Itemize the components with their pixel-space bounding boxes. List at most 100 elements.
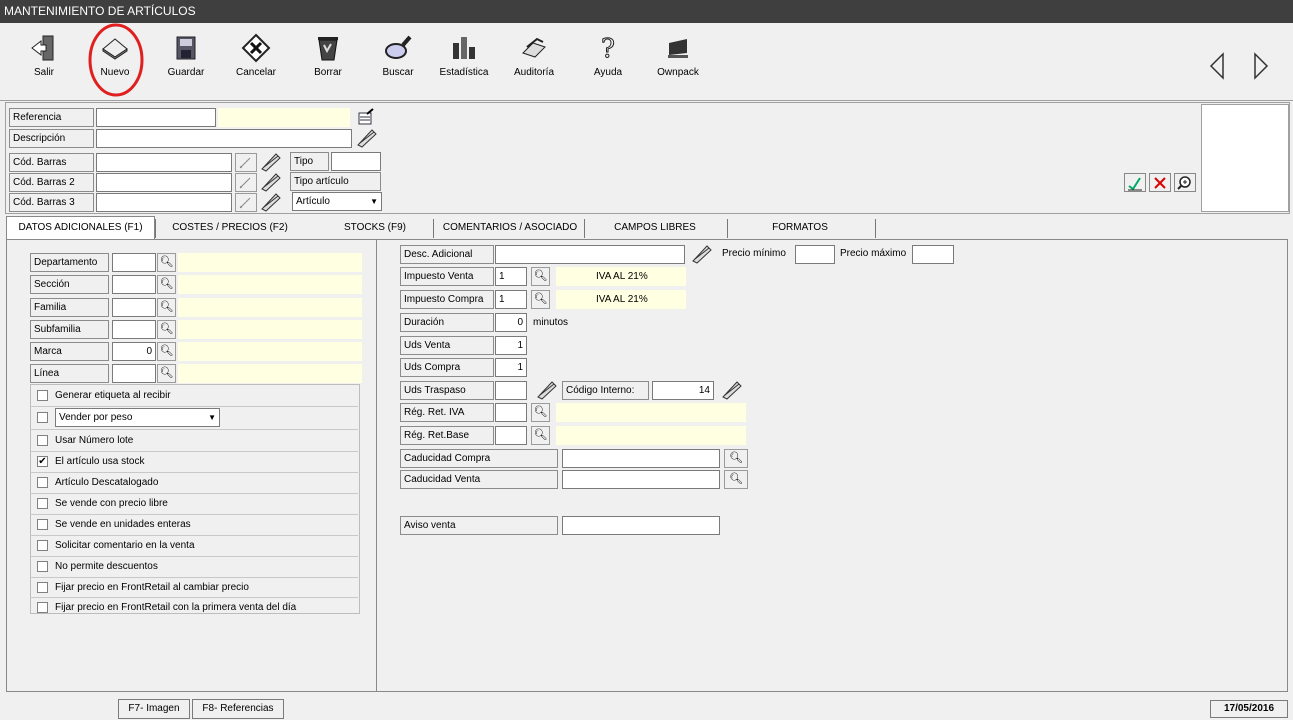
uds-venta-input[interactable]: 1 — [495, 336, 527, 355]
estadistica-button[interactable]: Estadística — [438, 31, 490, 91]
codigo-interno-input[interactable]: 14 — [652, 381, 714, 400]
caducidad-venta-input[interactable] — [562, 470, 720, 489]
cod-barras2-wand-button[interactable] — [235, 173, 257, 192]
cod-barras2-input[interactable] — [96, 173, 232, 192]
reg-ret-base-search-icon[interactable]: 🔍︎ — [531, 426, 550, 445]
checkbox[interactable] — [37, 519, 48, 530]
cod-barras3-wand-button[interactable] — [235, 193, 257, 212]
borrar-button[interactable]: Borrar — [302, 31, 354, 91]
referencia-input[interactable] — [96, 108, 216, 127]
subfamilia-search-icon[interactable]: 🔍︎ — [157, 320, 176, 339]
departamento-search-icon[interactable]: 🔍︎ — [157, 253, 176, 272]
checkbox[interactable] — [37, 412, 48, 423]
aviso-venta-input[interactable] — [562, 516, 720, 535]
tab-datos-adicionales[interactable]: DATOS ADICIONALES (F1) — [8, 217, 153, 238]
departamento-input[interactable] — [112, 253, 156, 272]
impuesto-venta-input[interactable]: 1 — [495, 267, 527, 286]
chk-vender-por-peso[interactable]: Vender por peso ▼ — [30, 408, 358, 427]
checkbox[interactable] — [37, 540, 48, 551]
reg-ret-base-input[interactable] — [495, 426, 527, 445]
uds-compra-input[interactable]: 1 — [495, 358, 527, 377]
guardar-button[interactable]: Guardar — [160, 31, 212, 91]
f8-referencias-button[interactable]: F8- Referencias — [192, 699, 284, 719]
linea-input[interactable] — [112, 364, 156, 383]
cod-barras3-input[interactable] — [96, 193, 232, 212]
chk-fijar-precio-cambiar[interactable]: Fijar precio en FrontRetail al cambiar p… — [30, 578, 358, 597]
ayuda-button[interactable]: ? Ayuda — [582, 31, 634, 91]
uds-traspaso-input[interactable] — [495, 381, 527, 400]
vender-por-peso-select[interactable]: Vender por peso ▼ — [55, 408, 220, 427]
checkbox[interactable] — [37, 582, 48, 593]
previous-arrow-icon[interactable] — [1208, 51, 1226, 81]
marca-input[interactable]: 0 — [112, 342, 156, 361]
checkbox[interactable] — [37, 390, 48, 401]
chk-generar-etiqueta[interactable]: Generar etiqueta al recibir — [30, 386, 358, 405]
checkbox[interactable] — [37, 602, 48, 613]
duracion-input[interactable]: 0 — [495, 313, 527, 332]
tipo-articulo-select[interactable]: Artículo ▼ — [292, 192, 382, 211]
impuesto-venta-search-icon[interactable]: 🔍︎ — [531, 267, 550, 286]
desc-adicional-pencil-icon[interactable] — [690, 244, 714, 264]
tab-costes-precios[interactable]: COSTES / PRECIOS (F2) — [160, 217, 300, 238]
estadistica-label: Estadística — [439, 67, 489, 78]
checkbox[interactable] — [37, 477, 48, 488]
reg-ret-iva-input[interactable] — [495, 403, 527, 422]
precio-minimo-input[interactable] — [795, 245, 835, 264]
checkbox[interactable] — [37, 561, 48, 572]
subfamilia-input[interactable] — [112, 320, 156, 339]
chk-unidades-enteras[interactable]: Se vende en unidades enteras — [30, 515, 358, 534]
desc-adicional-input[interactable] — [495, 245, 685, 264]
auditoria-button[interactable]: Auditoría — [508, 31, 560, 91]
precio-maximo-input[interactable] — [912, 245, 954, 264]
zoom-button[interactable] — [1174, 173, 1196, 192]
chk-descatalogado[interactable]: Artículo Descatalogado — [30, 473, 358, 492]
pencil-icon[interactable] — [355, 128, 379, 148]
next-arrow-icon[interactable] — [1252, 51, 1270, 81]
salir-button[interactable]: Salir — [18, 31, 70, 91]
chk-usa-stock[interactable]: ✔ El artículo usa stock — [30, 452, 358, 471]
cod-barras-pencil-icon[interactable] — [259, 152, 283, 172]
f7-imagen-button[interactable]: F7- Imagen — [118, 699, 190, 719]
cod-barras-wand-button[interactable] — [235, 153, 257, 172]
chk-solicitar-comentario[interactable]: Solicitar comentario en la venta — [30, 536, 358, 555]
reg-ret-iva-search-icon[interactable]: 🔍︎ — [531, 403, 550, 422]
tab-campos-libres[interactable]: CAMPOS LIBRES — [590, 217, 720, 238]
tab-stocks[interactable]: STOCKS (F9) — [320, 217, 430, 238]
caducidad-venta-search-icon[interactable]: 🔍︎ — [724, 470, 748, 489]
chk-usar-numero-lote[interactable]: Usar Número lote — [30, 431, 358, 450]
buscar-label: Buscar — [382, 67, 414, 78]
uds-traspaso-label: Uds Traspaso — [400, 381, 494, 400]
chk-no-descuentos[interactable]: No permite descuentos — [30, 557, 358, 576]
checkbox[interactable] — [37, 435, 48, 446]
descripcion-input[interactable] — [96, 129, 352, 148]
delete-button[interactable] — [1149, 173, 1171, 192]
caducidad-compra-search-icon[interactable]: 🔍︎ — [724, 449, 748, 468]
impuesto-compra-search-icon[interactable]: 🔍︎ — [531, 290, 550, 309]
codigo-interno-pencil-icon[interactable] — [720, 380, 744, 400]
tipo-input[interactable] — [331, 152, 381, 171]
cod-barras-input[interactable] — [96, 153, 232, 172]
tab-formatos[interactable]: FORMATOS — [735, 217, 865, 238]
uds-traspaso-pencil-icon[interactable] — [535, 380, 559, 400]
familia-search-icon[interactable]: 🔍︎ — [157, 298, 176, 317]
ownpack-button[interactable]: Ownpack — [652, 31, 704, 91]
cod-barras2-pencil-icon[interactable] — [259, 172, 283, 192]
tab-comentarios[interactable]: COMENTARIOS / ASOCIADO — [440, 217, 580, 238]
checkbox[interactable] — [37, 498, 48, 509]
cod-barras3-pencil-icon[interactable] — [259, 192, 283, 212]
impuesto-compra-input[interactable]: 1 — [495, 290, 527, 309]
cod-barras3-label: Cód. Barras 3 — [9, 193, 94, 212]
marca-search-icon[interactable]: 🔍︎ — [157, 342, 176, 361]
linea-search-icon[interactable]: 🔍︎ — [157, 364, 176, 383]
cancelar-button[interactable]: Cancelar — [230, 31, 282, 91]
checkbox-checked[interactable]: ✔ — [37, 456, 48, 467]
seccion-input[interactable] — [112, 275, 156, 294]
familia-input[interactable] — [112, 298, 156, 317]
buscar-button[interactable]: Buscar — [372, 31, 424, 91]
chk-fijar-precio-primera-venta[interactable]: Fijar precio en FrontRetail con la prime… — [30, 598, 358, 617]
edit-note-icon[interactable] — [357, 108, 375, 126]
chk-precio-libre[interactable]: Se vende con precio libre — [30, 494, 358, 513]
caducidad-compra-input[interactable] — [562, 449, 720, 468]
approve-button[interactable] — [1124, 173, 1146, 192]
seccion-search-icon[interactable]: 🔍︎ — [157, 275, 176, 294]
